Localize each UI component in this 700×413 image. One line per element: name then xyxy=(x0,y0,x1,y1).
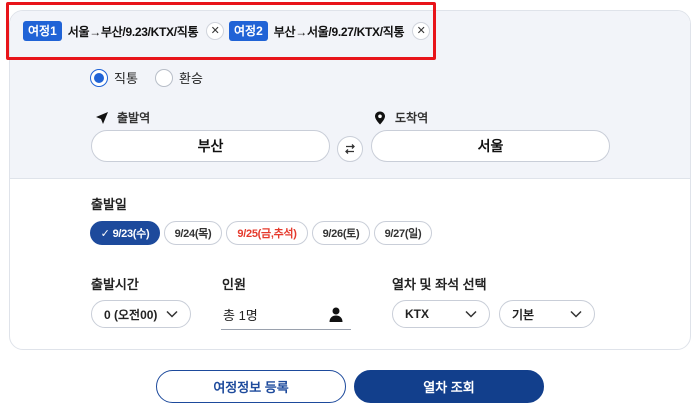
radio-label: 환승 xyxy=(179,71,203,86)
passengers-value: 총 1명 xyxy=(223,308,258,323)
departure-station-field[interactable]: 부산 xyxy=(91,130,330,162)
seat-type-select[interactable]: 기본 xyxy=(499,300,595,328)
chevron-down-icon xyxy=(166,310,178,318)
map-pin-icon xyxy=(375,111,385,124)
date-option[interactable]: 9/24(목) xyxy=(164,221,222,245)
date-label: 출발일 xyxy=(91,197,127,212)
swap-icon xyxy=(345,144,355,154)
check-icon: ✓ xyxy=(100,227,110,240)
swap-stations-button[interactable] xyxy=(337,136,363,162)
select-value: KTX xyxy=(405,307,429,321)
train-seat-label: 열차 및 좌석 선택 xyxy=(392,277,487,292)
radio-label: 직통 xyxy=(114,71,138,86)
arrival-label-text: 도착역 xyxy=(395,111,429,125)
chevron-down-icon xyxy=(465,310,477,318)
radio-indicator[interactable] xyxy=(90,68,108,87)
arrival-label: 도착역 xyxy=(373,109,428,126)
search-train-button[interactable]: 열차 조회 xyxy=(354,370,544,403)
navigation-arrow-icon xyxy=(96,111,108,124)
date-option[interactable]: ✓ 9/23(수) xyxy=(90,221,160,245)
select-value: 기본 xyxy=(512,307,535,322)
radio-transfer[interactable]: 환승 xyxy=(155,68,203,87)
select-value: 0 (오전00) xyxy=(104,307,158,322)
departure-time-label: 출발시간 xyxy=(91,277,139,292)
highlight-box xyxy=(6,2,436,60)
departure-time-select[interactable]: 0 (오전00) xyxy=(91,300,191,328)
date-option-label: 9/23(수) xyxy=(112,228,150,240)
departure-label: 출발역 xyxy=(95,109,150,126)
passengers-field[interactable]: 총 1명 xyxy=(221,300,351,330)
passengers-label: 인원 xyxy=(222,277,246,292)
date-option[interactable]: 9/25(금,추석) xyxy=(226,221,308,245)
radio-indicator[interactable] xyxy=(155,68,173,87)
departure-label-text: 출발역 xyxy=(117,111,151,125)
search-panel xyxy=(9,10,691,350)
arrival-station-field[interactable]: 서울 xyxy=(371,130,610,162)
chevron-down-icon xyxy=(570,310,582,318)
date-option[interactable]: 9/27(일) xyxy=(374,221,432,245)
date-option[interactable]: 9/26(토) xyxy=(312,221,370,245)
register-trip-button[interactable]: 여정정보 등록 xyxy=(156,370,346,403)
train-type-select[interactable]: KTX xyxy=(392,300,490,328)
person-icon xyxy=(329,307,343,322)
radio-direct[interactable]: 직통 xyxy=(90,68,138,87)
